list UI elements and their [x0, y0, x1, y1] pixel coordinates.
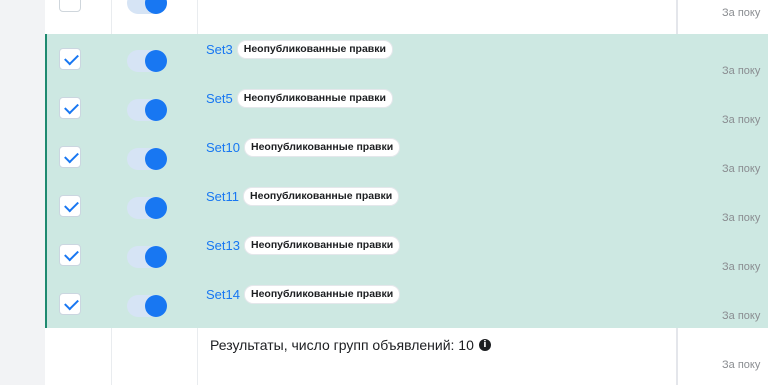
results-count: Результаты, число групп объявлений: 10 i — [210, 337, 491, 353]
toggle-knob — [145, 99, 167, 121]
result-type-text: За поку — [722, 212, 761, 224]
row-checkbox-checked[interactable] — [59, 97, 81, 119]
status-toggle[interactable] — [127, 99, 167, 121]
results-text: Результаты, число групп объявлений: 10 — [210, 337, 474, 353]
status-toggle[interactable] — [127, 295, 167, 317]
status-toggle[interactable] — [127, 246, 167, 268]
ad-set-name-link[interactable]: Set11 — [206, 189, 239, 205]
row-checkbox-checked[interactable] — [59, 293, 81, 315]
checkmark-icon — [64, 246, 79, 262]
table-row[interactable]: Set13 Неопубликованные правки За поку — [45, 230, 768, 279]
ad-set-name-cell: Set5 Неопубликованные правки — [206, 89, 393, 108]
ad-set-name-cell: Set11 Неопубликованные правки — [206, 187, 400, 206]
result-type-text: За поку — [722, 261, 761, 273]
status-toggle[interactable] — [127, 197, 167, 219]
result-type-text: За поку — [722, 310, 761, 322]
unpublished-edits-badge: Неопубликованные правки — [243, 187, 400, 206]
checkmark-icon — [64, 148, 79, 164]
toggle-knob — [145, 148, 167, 170]
ad-set-name-link[interactable]: Set5 — [206, 91, 233, 107]
result-type-text: За поку — [722, 163, 761, 175]
toggle-knob — [145, 246, 167, 268]
unpublished-edits-badge: Неопубликованные правки — [243, 236, 401, 255]
row-checkbox-checked[interactable] — [59, 195, 81, 217]
results-column-text: За поку — [722, 359, 761, 371]
ad-set-name-cell: Set3 Неопубликованные правки — [206, 40, 393, 59]
info-icon[interactable]: i — [478, 339, 491, 351]
unpublished-edits-badge: Неопубликованные правки — [236, 40, 393, 59]
status-toggle[interactable] — [127, 148, 167, 170]
checkmark-icon — [64, 99, 79, 115]
table-row[interactable]: Set11 Неопубликованные правки За поку — [45, 181, 768, 230]
status-toggle[interactable] — [127, 0, 167, 14]
unpublished-edits-badge: Неопубликованные правки — [243, 138, 401, 157]
row-checkbox-checked[interactable] — [59, 146, 81, 168]
unpublished-edits-badge: Неопубликованные правки — [236, 89, 393, 108]
result-type-text: За поку — [722, 114, 761, 126]
checkmark-icon — [64, 295, 79, 311]
toggle-knob — [145, 0, 167, 14]
ad-set-name-link[interactable]: Set10 — [206, 140, 240, 156]
row-checkbox[interactable] — [59, 0, 81, 12]
checkmark-icon — [64, 50, 79, 66]
toggle-knob — [145, 197, 167, 219]
table-row[interactable]: Set3 Неопубликованные правки За поку — [45, 34, 768, 83]
ad-set-name-link[interactable]: Set3 — [206, 42, 233, 58]
table-row[interactable]: Set10 Неопубликованные правки За поку — [45, 132, 768, 181]
row-checkbox-checked[interactable] — [59, 48, 81, 70]
table-row[interactable]: Set14 Неопубликованные правки За поку — [45, 279, 768, 328]
result-type-text: За поку — [722, 7, 761, 19]
ad-set-name-link[interactable]: Set14 — [206, 287, 240, 303]
ad-set-name-cell: Set14 Неопубликованные правки — [206, 285, 401, 304]
result-type-text: За поку — [722, 65, 761, 77]
toggle-knob — [145, 50, 167, 72]
ad-set-name-cell: Set13 Неопубликованные правки — [206, 236, 401, 255]
checkmark-icon — [64, 197, 79, 213]
table-row[interactable]: Set5 Неопубликованные правки За поку — [45, 83, 768, 132]
ad-set-name-cell: Set10 Неопубликованные правки — [206, 138, 401, 157]
unpublished-edits-badge: Неопубликованные правки — [243, 285, 401, 304]
status-toggle[interactable] — [127, 50, 167, 72]
ad-set-name-link[interactable]: Set13 — [206, 238, 240, 254]
toggle-knob — [145, 295, 167, 317]
row-checkbox-checked[interactable] — [59, 244, 81, 266]
table-row[interactable]: Set1За поку — [45, 0, 768, 25]
ad-sets-table: Set1За покуSet3Неопубликованные правкиЗа… — [45, 0, 768, 385]
